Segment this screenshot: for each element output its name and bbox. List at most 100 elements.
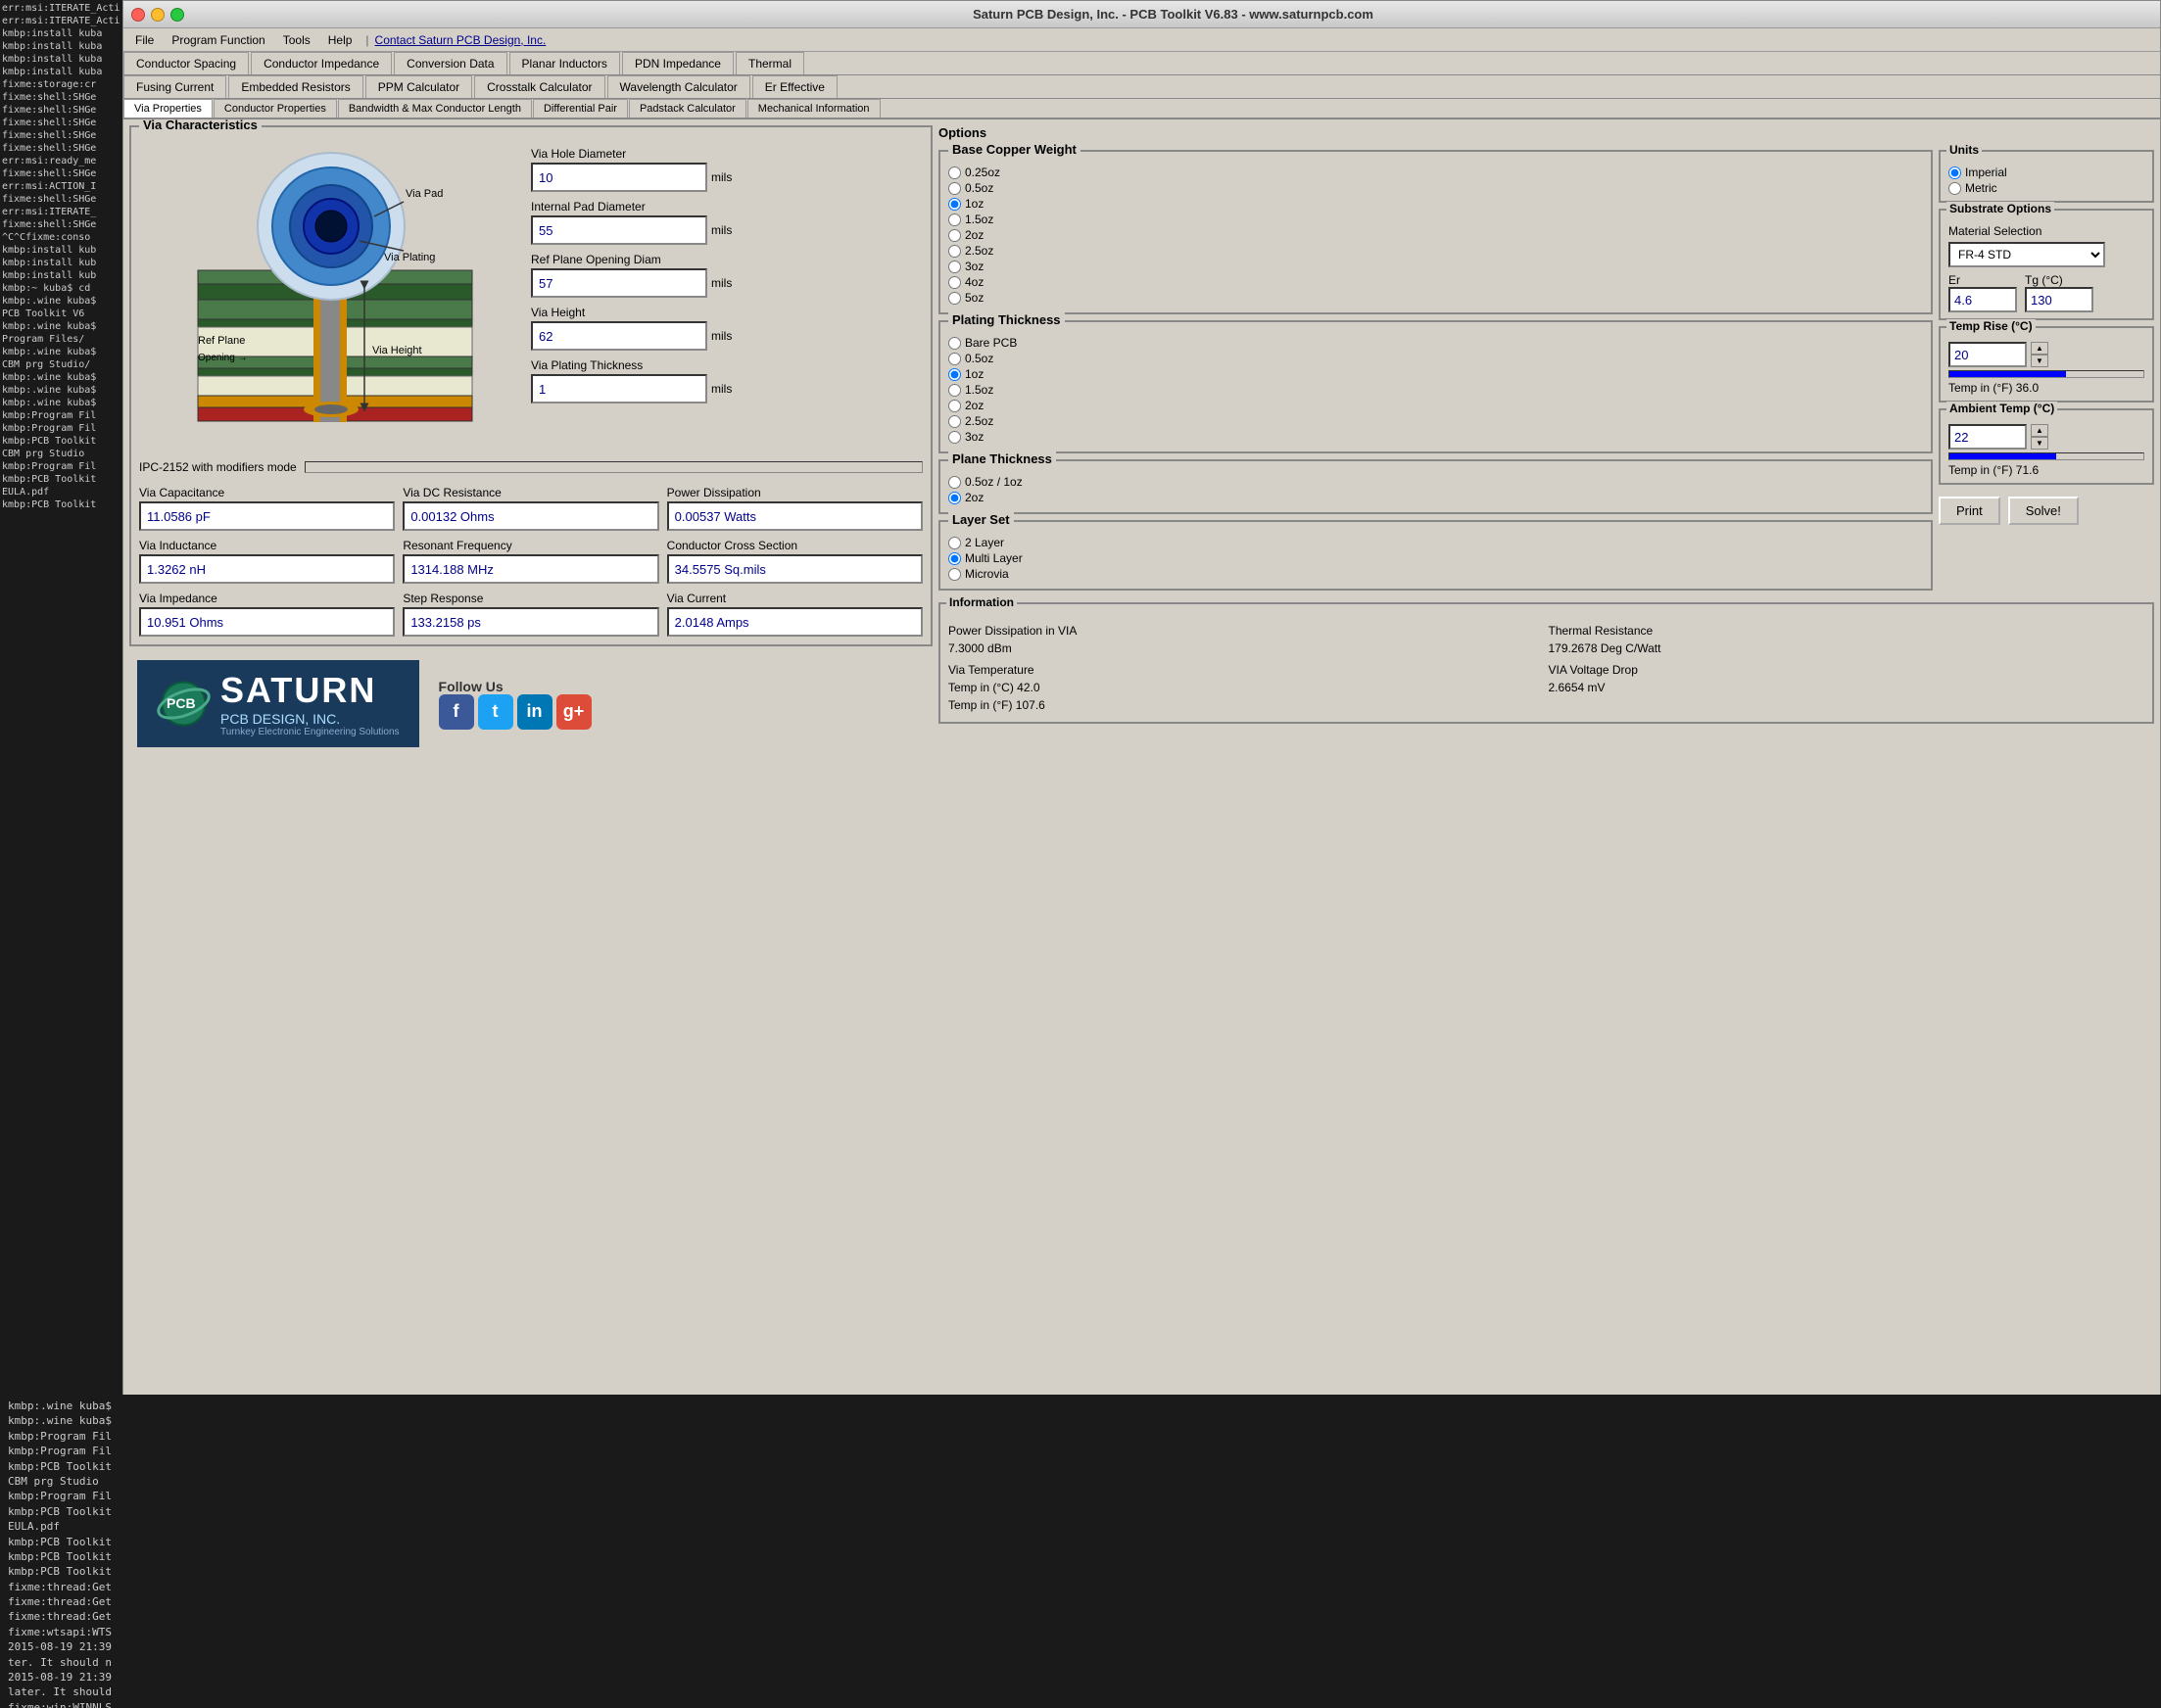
maximize-button[interactable] [170, 8, 184, 22]
via-height-input[interactable] [531, 321, 707, 351]
units-imperial[interactable]: Imperial [1948, 166, 2144, 179]
copper-25oz[interactable]: 2.5oz [948, 244, 1923, 258]
temp-rise-up[interactable]: ▲ [2031, 342, 2048, 355]
copper-5oz[interactable]: 5oz [948, 291, 1923, 305]
subtab-mechanical[interactable]: Mechanical Information [747, 99, 881, 118]
subtab-conductor-properties[interactable]: Conductor Properties [214, 99, 337, 118]
ref-plane-input[interactable] [531, 268, 707, 298]
svg-text:Via Pad: Via Pad [406, 188, 443, 200]
base-copper-weight-box: Base Copper Weight 0.25oz 0.5oz 1oz 1.5o… [938, 150, 1933, 314]
subtab-differential-pair[interactable]: Differential Pair [533, 99, 628, 118]
tab-er-effective[interactable]: Er Effective [752, 75, 838, 98]
ambient-temp-down[interactable]: ▼ [2031, 437, 2048, 450]
via-impedance-label: Via Impedance [139, 592, 395, 605]
subtab-padstack[interactable]: Padstack Calculator [629, 99, 746, 118]
er-input[interactable] [1948, 287, 2017, 312]
tab-planar-inductors[interactable]: Planar Inductors [509, 52, 620, 74]
close-button[interactable] [131, 8, 145, 22]
print-button[interactable]: Print [1939, 497, 2000, 525]
terminal-content: err:msi:ITERATE_Actierr:msi:ITERATE_Acti… [2, 2, 125, 511]
solve-button[interactable]: Solve! [2008, 497, 2079, 525]
thermal-resistance-label: Thermal Resistance [1549, 622, 2145, 640]
temp-rise-input[interactable] [1948, 342, 2027, 367]
menu-file[interactable]: File [127, 31, 162, 49]
plane-2oz[interactable]: 2oz [948, 491, 1923, 504]
ambient-temp-box: Ambient Temp (°C) ▲ ▼ Temp in (°F) 71.6 [1939, 408, 2154, 485]
er-tg-row: Er Tg (°C) [1948, 273, 2144, 312]
plane-thickness-box: Plane Thickness 0.5oz / 1oz 2oz [938, 459, 1933, 514]
bottom-terminal: kmbp:.wine kuba$kmbp:.wine kuba$kmbp:Pro… [0, 1395, 2161, 1708]
via-characteristics-box: Via Characteristics [129, 125, 933, 646]
menu-help[interactable]: Help [320, 31, 360, 49]
plane-05-1oz[interactable]: 0.5oz / 1oz [948, 475, 1923, 489]
via-hole-diameter-label: Via Hole Diameter [531, 147, 923, 161]
plating-05oz[interactable]: 0.5oz [948, 352, 1923, 365]
options-left: Base Copper Weight 0.25oz 0.5oz 1oz 1.5o… [938, 150, 1933, 591]
plating-thickness-box: Plating Thickness Bare PCB 0.5oz 1oz 1.5… [938, 320, 1933, 453]
copper-4oz[interactable]: 4oz [948, 275, 1923, 289]
ambient-temp-up[interactable]: ▲ [2031, 424, 2048, 437]
pcb-design-text: PCB DESIGN, INC. [220, 711, 400, 727]
googleplus-icon[interactable]: g+ [556, 694, 592, 730]
tab-pdn-impedance[interactable]: PDN Impedance [622, 52, 734, 74]
logo-area: PCB SATURN PCB DESIGN, INC. Turnkey Elec… [129, 652, 933, 755]
layer-multi[interactable]: Multi Layer [948, 551, 1923, 565]
plating-25oz[interactable]: 2.5oz [948, 414, 1923, 428]
ref-plane-label: Ref Plane Opening Diam [531, 253, 923, 266]
copper-2oz[interactable]: 2oz [948, 228, 1923, 242]
plating-15oz[interactable]: 1.5oz [948, 383, 1923, 397]
plating-thickness-radios: Bare PCB 0.5oz 1oz 1.5oz 2oz 2.5oz 3oz [948, 336, 1923, 444]
layer-microvia[interactable]: Microvia [948, 567, 1923, 581]
er-section: Er [1948, 273, 2017, 312]
temp-rise-f: Temp in (°F) 36.0 [1948, 381, 2144, 395]
linkedin-icon[interactable]: in [517, 694, 552, 730]
minimize-button[interactable] [151, 8, 165, 22]
tab-conductor-spacing[interactable]: Conductor Spacing [123, 52, 249, 74]
step-response-value [403, 607, 658, 637]
menu-tools[interactable]: Tools [275, 31, 318, 49]
copper-05oz[interactable]: 0.5oz [948, 181, 1923, 195]
menu-program-function[interactable]: Program Function [164, 31, 272, 49]
plane-thickness-radios: 0.5oz / 1oz 2oz [948, 475, 1923, 504]
copper-025oz[interactable]: 0.25oz [948, 166, 1923, 179]
tab-fusing-current[interactable]: Fusing Current [123, 75, 226, 98]
material-select[interactable]: FR-4 STD FR-4 High Tg Rogers 4003 [1948, 242, 2105, 267]
tab-crosstalk-calculator[interactable]: Crosstalk Calculator [474, 75, 604, 98]
subtab-via-properties[interactable]: Via Properties [123, 99, 213, 118]
units-radios: Imperial Metric [1948, 166, 2144, 195]
tab-wavelength-calculator[interactable]: Wavelength Calculator [607, 75, 750, 98]
copper-3oz[interactable]: 3oz [948, 260, 1923, 273]
tab-ppm-calculator[interactable]: PPM Calculator [365, 75, 472, 98]
plating-bare[interactable]: Bare PCB [948, 336, 1923, 350]
facebook-icon[interactable]: f [439, 694, 474, 730]
result-via-current: Via Current [667, 592, 923, 637]
contact-link[interactable]: Contact Saturn PCB Design, Inc. [375, 33, 547, 47]
conductor-cross-section-label: Conductor Cross Section [667, 539, 923, 552]
via-diagram: Via Pad Via Plating Ref Plane Opening → … [139, 143, 521, 456]
twitter-icon[interactable]: t [478, 694, 513, 730]
copper-1oz[interactable]: 1oz [948, 197, 1923, 211]
ambient-temp-input[interactable] [1948, 424, 2027, 450]
via-hole-diameter-input[interactable] [531, 163, 707, 192]
plating-2oz[interactable]: 2oz [948, 399, 1923, 412]
via-svg: Via Pad Via Plating Ref Plane Opening → … [139, 143, 521, 456]
via-hole-diameter-input-row: mils [531, 163, 923, 192]
ambient-temp-input-row: ▲ ▼ [1948, 424, 2144, 450]
layer-2layer[interactable]: 2 Layer [948, 536, 1923, 549]
plating-3oz[interactable]: 3oz [948, 430, 1923, 444]
subtab-bandwidth[interactable]: Bandwidth & Max Conductor Length [338, 99, 532, 118]
units-metric[interactable]: Metric [1948, 181, 2144, 195]
field-via-hole-diameter: Via Hole Diameter mils [531, 147, 923, 192]
tab-conductor-impedance[interactable]: Conductor Impedance [251, 52, 392, 74]
plating-1oz[interactable]: 1oz [948, 367, 1923, 381]
via-section: Via Pad Via Plating Ref Plane Opening → … [139, 143, 923, 456]
copper-15oz[interactable]: 1.5oz [948, 213, 1923, 226]
internal-pad-input[interactable] [531, 215, 707, 245]
temp-rise-down[interactable]: ▼ [2031, 355, 2048, 367]
tab-conversion-data[interactable]: Conversion Data [394, 52, 506, 74]
options-right: Units Imperial Metric Substrate Options … [1939, 150, 2154, 591]
via-plating-input[interactable] [531, 374, 707, 403]
tab-embedded-resistors[interactable]: Embedded Resistors [228, 75, 362, 98]
tab-thermal[interactable]: Thermal [736, 52, 804, 74]
tg-input[interactable] [2025, 287, 2093, 312]
